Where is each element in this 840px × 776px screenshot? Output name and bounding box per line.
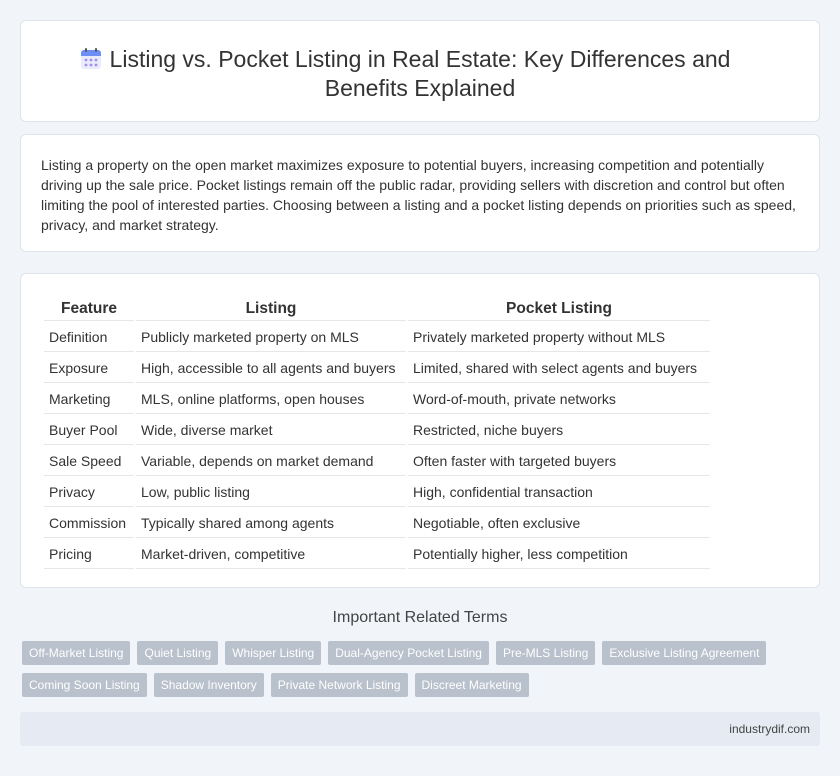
cell-listing: Publicly marketed property on MLS [136,323,406,352]
cell-feature: Exposure [44,354,134,383]
related-term-tag[interactable]: Dual-Agency Pocket Listing [328,641,489,665]
cell-pocket: Limited, shared with select agents and b… [408,354,710,383]
related-term-tag[interactable]: Discreet Marketing [414,673,529,697]
table-header-row: Feature Listing Pocket Listing [44,297,710,321]
footer-site-link[interactable]: industrydif.com [729,722,810,736]
related-terms-title: Important Related Terms [332,609,508,626]
table-row: Exposure High, accessible to all agents … [44,354,710,383]
table-row: Commission Typically shared among agents… [44,509,710,538]
cell-listing: Market-driven, competitive [136,540,406,569]
related-term-tag[interactable]: Quiet Listing [137,641,219,665]
cell-feature: Definition [44,323,134,352]
cell-feature: Privacy [44,478,134,507]
related-term-tag[interactable]: Exclusive Listing Agreement [602,641,767,665]
cell-pocket: Potentially higher, less competition [408,540,710,569]
cell-listing: MLS, online platforms, open houses [136,385,406,414]
cell-listing: Typically shared among agents [136,509,406,538]
cell-pocket: Restricted, niche buyers [408,416,710,445]
cell-feature: Sale Speed [44,447,134,476]
cell-feature: Commission [44,509,134,538]
related-terms-list: Off-Market Listing Quiet Listing Whisper… [22,641,812,697]
cell-listing: Wide, diverse market [136,416,406,445]
table-row: Privacy Low, public listing High, confid… [44,478,710,507]
related-term-tag[interactable]: Coming Soon Listing [22,673,147,697]
header-pocket-listing: Pocket Listing [408,297,710,321]
page-title: Listing vs. Pocket Listing in Real Estat… [109,46,731,101]
related-term-tag[interactable]: Whisper Listing [225,641,322,665]
comparison-card: Feature Listing Pocket Listing Definitio… [20,273,820,588]
header-feature: Feature [44,297,134,321]
cell-pocket: Often faster with targeted buyers [408,447,710,476]
table-row: Definition Publicly marketed property on… [44,323,710,352]
cell-pocket: Privately marketed property without MLS [408,323,710,352]
comparison-table: Feature Listing Pocket Listing Definitio… [42,295,712,571]
related-term-tag[interactable]: Private Network Listing [270,673,408,697]
table-row: Pricing Market-driven, competitive Poten… [44,540,710,569]
cell-listing: Variable, depends on market demand [136,447,406,476]
cell-feature: Buyer Pool [44,416,134,445]
cell-pocket: Word-of-mouth, private networks [408,385,710,414]
related-term-tag[interactable]: Shadow Inventory [153,673,264,697]
title-card: Listing vs. Pocket Listing in Real Estat… [20,20,820,122]
table-row: Sale Speed Variable, depends on market d… [44,447,710,476]
intro-text: Listing a property on the open market ma… [41,157,796,233]
cell-pocket: Negotiable, often exclusive [408,509,710,538]
header-listing: Listing [136,297,406,321]
cell-listing: Low, public listing [136,478,406,507]
related-term-tag[interactable]: Pre-MLS Listing [495,641,596,665]
related-term-tag[interactable]: Off-Market Listing [22,641,131,665]
cell-listing: High, accessible to all agents and buyer… [136,354,406,383]
cell-pocket: High, confidential transaction [408,478,710,507]
cell-feature: Marketing [44,385,134,414]
cell-feature: Pricing [44,540,134,569]
intro-card: Listing a property on the open market ma… [20,134,820,252]
table-row: Buyer Pool Wide, diverse market Restrict… [44,416,710,445]
table-row: Marketing MLS, online platforms, open ho… [44,385,710,414]
footer: industrydif.com [20,712,820,746]
